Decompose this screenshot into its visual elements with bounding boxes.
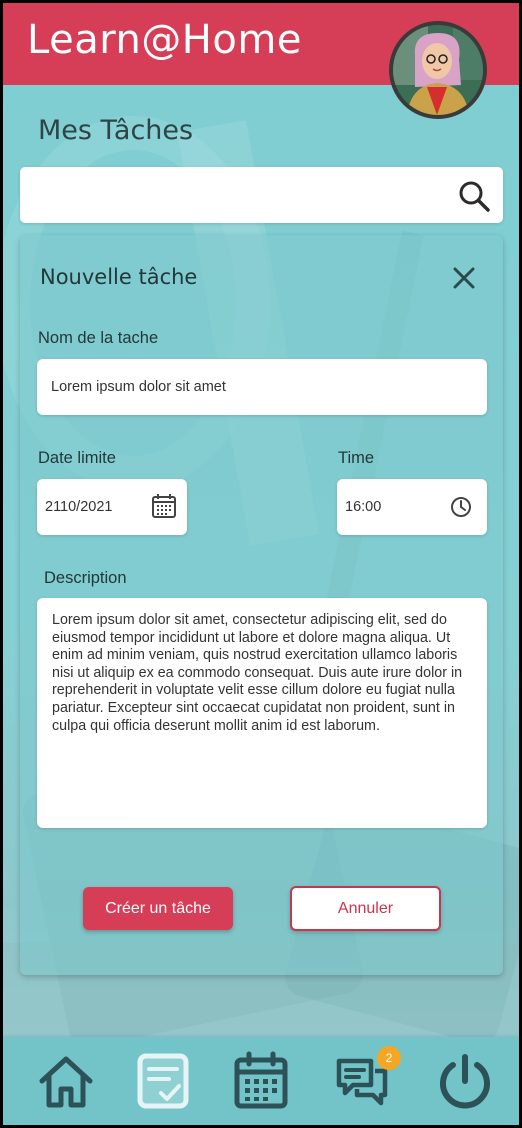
description-textarea[interactable]: Lorem ipsum dolor sit amet, consectetur …: [37, 598, 487, 828]
clock-icon[interactable]: [450, 496, 472, 518]
create-task-button[interactable]: Créer un tâche: [83, 887, 233, 930]
description-label: Description: [44, 569, 127, 587]
search-input[interactable]: [20, 167, 503, 223]
task-name-value: Lorem ipsum dolor sit amet: [51, 379, 226, 395]
avatar[interactable]: [389, 21, 487, 119]
date-label: Date limite: [38, 449, 116, 467]
app-title: Learn@Home: [27, 17, 302, 63]
app-screen: Learn@Home Mes Tâches Nouvelle tâche Nom…: [3, 3, 519, 1125]
time-value: 16:00: [345, 499, 382, 515]
description-value: Lorem ipsum dolor sit amet, consectetur …: [52, 612, 463, 734]
time-field[interactable]: 16:00: [337, 479, 487, 535]
date-field[interactable]: 2110/2021: [37, 479, 187, 535]
calendar-icon[interactable]: [233, 1051, 289, 1111]
tasks-icon[interactable]: [137, 1051, 191, 1111]
date-value: 2110/2021: [45, 499, 113, 515]
calendar-icon[interactable]: [151, 493, 177, 519]
time-label: Time: [338, 449, 375, 467]
page-title: Mes Tâches: [38, 115, 194, 146]
bottom-navigation: [3, 1037, 519, 1125]
power-icon[interactable]: [435, 1051, 495, 1111]
task-name-field[interactable]: Lorem ipsum dolor sit amet: [37, 359, 487, 415]
cancel-button[interactable]: Annuler: [290, 886, 441, 931]
home-icon[interactable]: [36, 1051, 96, 1111]
search-icon[interactable]: [457, 179, 491, 213]
profile-photo-icon: [393, 25, 483, 115]
task-name-label: Nom de la tache: [38, 329, 159, 347]
close-icon[interactable]: [450, 264, 478, 292]
card-title: Nouvelle tâche: [40, 265, 198, 289]
chat-notification-badge: 2: [377, 1046, 401, 1070]
